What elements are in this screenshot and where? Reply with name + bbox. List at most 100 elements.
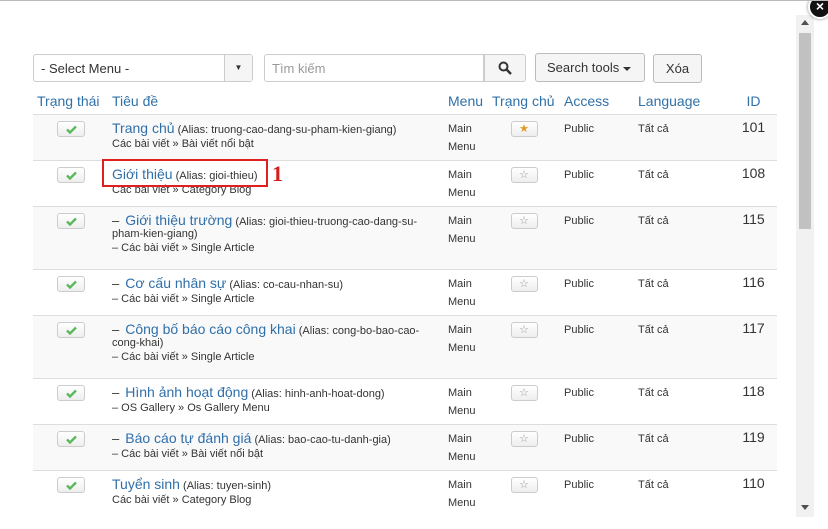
menu-name-line1: Main [448,432,472,445]
header-access[interactable]: Access [560,89,634,115]
scrollbar-thumb[interactable] [799,33,811,229]
status-cell [33,268,108,315]
star-icon[interactable]: ☆ [510,275,538,292]
select-menu-value: - Select Menu - [41,61,130,76]
menu-name-line2: Menu [448,295,476,308]
star-icon[interactable]: ☆ [510,212,538,229]
menu-name-line2: Menu [448,496,476,509]
menu-item-title-link[interactable]: Tuyển sinh [112,476,180,492]
home-cell: ☆ [488,314,560,378]
title-cell: – Giới thiệu trường (Alias: gioi-thieu-tr… [108,205,444,269]
check-icon [65,171,77,180]
publish-toggle-button[interactable] [56,120,85,137]
menu-item-title-link[interactable]: Giới thiệu trường [125,212,232,228]
menu-name-line1: Main [448,478,472,491]
publish-toggle-button[interactable] [56,384,85,401]
menu-item-type: Các bài viết » Category Blog [112,493,252,506]
star-icon[interactable]: ☆ [510,430,538,447]
check-icon [65,389,77,398]
menu-item-title-link[interactable]: Giới thiệu [112,166,173,182]
access-cell: Public [560,205,634,269]
menu-cell: Main Menu [444,268,488,315]
table-row: Tuyển sinh (Alias: tuyen-sinh) Các bài vi… [33,469,777,516]
vertical-scrollbar[interactable] [796,15,814,517]
menu-item-alias: (Alias: bao-cao-tu-danh-gia) [254,433,391,446]
search-button[interactable] [484,54,526,82]
id-cell: 110 [730,469,777,516]
title-cell: – Công bố báo cáo công khai (Alias: cong-… [108,314,444,378]
status-cell [33,377,108,424]
check-icon [65,280,77,289]
menu-cell: Main Menu [444,377,488,424]
title-cell: Trang chủ (Alias: truong-cao-dang-su-pha… [108,113,444,160]
star-icon[interactable]: ☆ [510,476,538,493]
header-menu[interactable]: Menu [444,89,488,115]
language-cell: Tất cả [634,268,730,315]
id-cell: 108 [730,159,777,206]
menu-name-line2: Menu [448,341,476,354]
menu-cell: Main Menu [444,469,488,516]
table-row: – Giới thiệu trường (Alias: gioi-thieu-tr… [33,205,777,269]
language-cell: Tất cả [634,113,730,160]
menu-item-type: – Các bài viết » Bài viết nổi bật [112,447,264,460]
menu-item-type: – OS Gallery » Os Gallery Menu [112,401,270,414]
menu-item-title-link[interactable]: Hình ảnh hoạt động [125,384,248,400]
publish-toggle-button[interactable] [56,321,85,338]
access-cell: Public [560,268,634,315]
level-dash: – [112,321,120,337]
chevron-down-icon[interactable]: ▼ [224,55,252,81]
search-input[interactable] [264,54,484,82]
id-cell: 119 [730,423,777,470]
menu-items-table: Trạng thái Tiêu đề Menu Trạng chủ Access… [33,89,777,516]
header-status[interactable]: Trạng thái [33,89,108,115]
clear-button[interactable]: Xóa [653,54,702,83]
menu-item-title-link[interactable]: Công bố báo cáo công khai [125,321,295,337]
id-cell: 116 [730,268,777,315]
status-cell [33,423,108,470]
status-cell [33,205,108,269]
publish-toggle-button[interactable] [56,430,85,447]
access-cell: Public [560,113,634,160]
home-cell: ☆ [488,205,560,269]
menu-item-title-link[interactable]: Báo cáo tự đánh giá [125,430,251,446]
menu-item-type: – Các bài viết » Single Article [112,350,255,363]
home-cell: ☆ [488,159,560,206]
publish-toggle-button[interactable] [56,212,85,229]
star-icon[interactable]: ☆ [510,166,538,183]
language-cell: Tất cả [634,377,730,424]
header-id[interactable]: ID [730,89,777,115]
star-icon[interactable]: ★ [510,120,538,137]
publish-toggle-button[interactable] [56,275,85,292]
header-home[interactable]: Trạng chủ [488,89,560,115]
menu-item-title-link[interactable]: Trang chủ [112,120,175,136]
title-cell: Tuyển sinh (Alias: tuyen-sinh) Các bài vi… [108,469,444,516]
caret-down-icon [623,66,632,71]
home-cell: ☆ [488,377,560,424]
select-menu-dropdown[interactable]: - Select Menu - ▼ [33,54,253,82]
table-row: Trang chủ (Alias: truong-cao-dang-su-pha… [33,113,777,160]
menu-item-alias: (Alias: truong-cao-dang-su-pham-kien-gia… [177,123,397,136]
level-dash: – [112,430,120,446]
level-dash: – [112,384,120,400]
menu-name-line1: Main [448,122,472,135]
scroll-down-arrow-icon[interactable] [801,505,809,510]
menu-item-modal: × - Select Menu - ▼ Search tools Xóa [0,0,828,529]
publish-toggle-button[interactable] [56,166,85,183]
scroll-up-arrow-icon[interactable] [801,20,809,25]
publish-toggle-button[interactable] [56,476,85,493]
home-cell: ☆ [488,268,560,315]
menu-name-line1: Main [448,214,472,227]
header-language[interactable]: Language [634,89,730,115]
home-cell: ★ [488,113,560,160]
menu-name-line1: Main [448,277,472,290]
menu-item-alias: (Alias: hinh-anh-hoat-dong) [251,387,385,400]
star-icon[interactable]: ☆ [510,384,538,401]
search-tools-button[interactable]: Search tools [535,53,645,82]
table-row: – Cơ cấu nhân sự (Alias: co-cau-nhan-su) –… [33,268,777,315]
menu-item-title-link[interactable]: Cơ cấu nhân sự [125,275,226,291]
search-icon [498,61,512,75]
header-title[interactable]: Tiêu đề [108,89,444,115]
access-cell: Public [560,159,634,206]
star-icon[interactable]: ☆ [510,321,538,338]
check-icon [65,125,77,134]
